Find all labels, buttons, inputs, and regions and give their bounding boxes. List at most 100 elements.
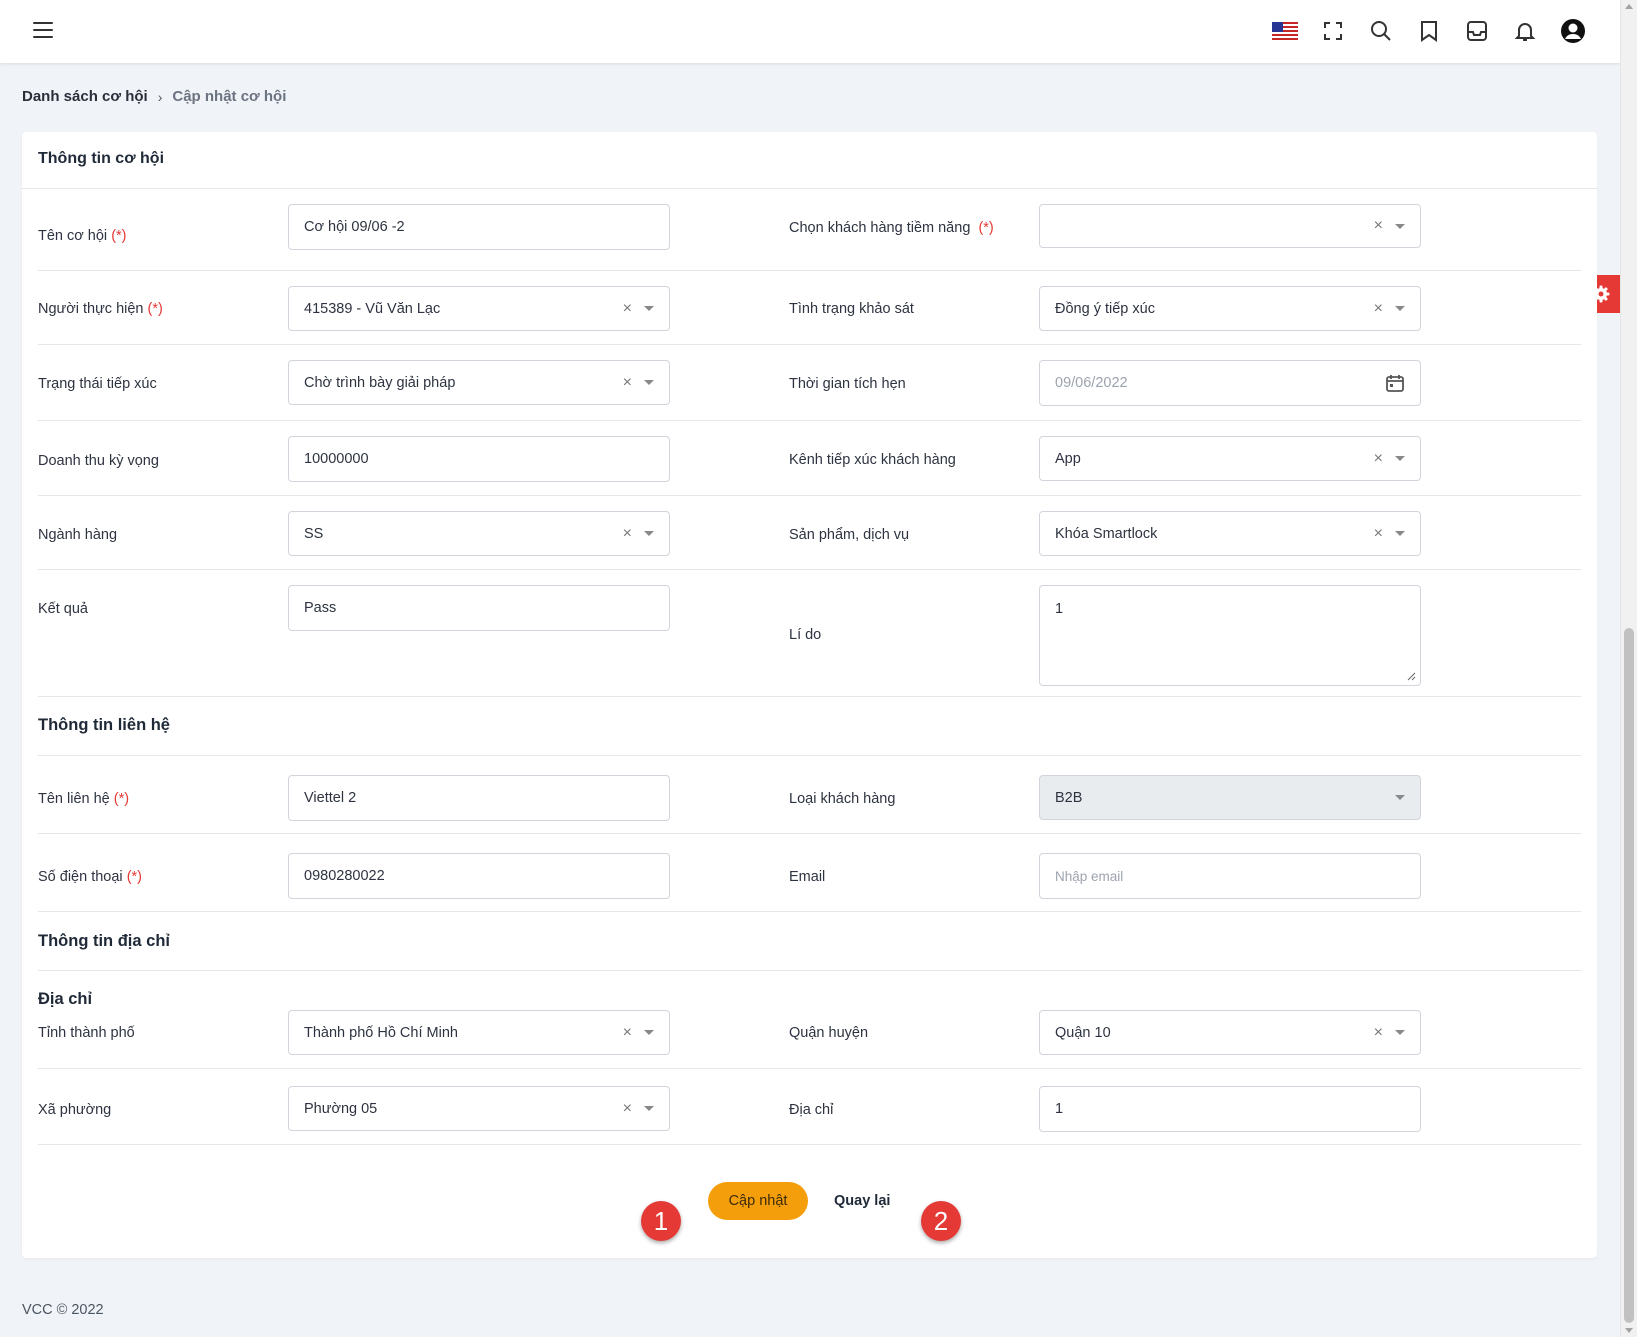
chevron-down-icon[interactable] bbox=[644, 380, 654, 385]
label-trang-thai-tiep-xuc: Trạng thái tiếp xúc bbox=[38, 376, 157, 392]
section-divider bbox=[38, 697, 1581, 756]
resize-handle-icon[interactable] bbox=[1406, 671, 1416, 681]
label-kenh-tiep-xuc: Kênh tiếp xúc khách hàng bbox=[789, 452, 956, 468]
breadcrumb: Danh sách cơ hội › Cập nhật cơ hội bbox=[22, 88, 286, 105]
label-so-dien-thoai: Số điện thoại (*) bbox=[38, 869, 142, 885]
district-select[interactable]: Quận 10 × bbox=[1039, 1010, 1421, 1055]
clear-icon[interactable]: × bbox=[623, 1100, 632, 1118]
customer-type-select[interactable]: B2B bbox=[1039, 775, 1421, 820]
back-button[interactable]: Quay lại bbox=[834, 1182, 890, 1220]
user-account-icon[interactable] bbox=[1559, 16, 1587, 46]
label-nganh-hang: Ngành hàng bbox=[38, 527, 118, 543]
clear-icon[interactable]: × bbox=[1374, 450, 1383, 468]
scroll-thumb[interactable] bbox=[1624, 628, 1634, 1323]
contact-name-input[interactable]: Viettel 2 bbox=[288, 775, 670, 821]
ward-select[interactable]: Phường 05 × bbox=[288, 1086, 670, 1131]
bell-icon[interactable] bbox=[1511, 16, 1539, 46]
chevron-down-icon[interactable] bbox=[1395, 306, 1405, 311]
chevron-down-icon[interactable] bbox=[644, 531, 654, 536]
breadcrumb-current: Cập nhật cơ hội bbox=[172, 88, 287, 105]
label-tinh-thanh-pho: Tỉnh thành phố bbox=[38, 1025, 135, 1041]
form-row: Tên liên hệ (*) Viettel 2 Loại khách hàn… bbox=[38, 756, 1581, 834]
address-input[interactable]: 1 bbox=[1039, 1086, 1421, 1132]
clear-icon[interactable]: × bbox=[1374, 525, 1383, 543]
phone-input[interactable]: 0980280022 bbox=[288, 853, 670, 899]
chevron-down-icon[interactable] bbox=[1395, 1030, 1405, 1035]
province-select[interactable]: Thành phố Hồ Chí Minh × bbox=[288, 1010, 670, 1055]
chevron-down-icon[interactable] bbox=[644, 1106, 654, 1111]
section-divider bbox=[38, 912, 1581, 971]
scroll-down-icon[interactable] bbox=[1625, 1328, 1633, 1333]
form-row: Xã phường Phường 05 × Địa chỉ 1 bbox=[38, 1069, 1581, 1145]
top-navbar bbox=[0, 0, 1620, 63]
chevron-down-icon[interactable] bbox=[1395, 456, 1405, 461]
clear-icon[interactable]: × bbox=[1374, 1024, 1383, 1042]
label-quan-huyen: Quận huyện bbox=[789, 1025, 869, 1041]
bookmark-icon[interactable] bbox=[1415, 16, 1443, 46]
opportunity-form-card: Thông tin cơ hội Tên cơ hội (*) Cơ hội 0… bbox=[22, 132, 1597, 1258]
clear-icon[interactable]: × bbox=[1374, 300, 1383, 318]
product-service-select[interactable]: Khóa Smartlock × bbox=[1039, 511, 1421, 556]
form-row: Trạng thái tiếp xúc Chờ trình bày giải p… bbox=[38, 345, 1581, 421]
result-input[interactable]: Pass bbox=[288, 585, 670, 631]
label-dia-chi: Địa chỉ bbox=[789, 1102, 834, 1118]
form-row: Ngành hàng SS × Sản phẩm, dịch vụ Khóa Sm… bbox=[38, 496, 1581, 570]
form-row: Doanh thu kỳ vọng 10000000 Kênh tiếp xúc… bbox=[38, 421, 1581, 496]
form-row: Tên cơ hội (*) Cơ hội 09/06 -2 Chọn khác… bbox=[38, 190, 1581, 271]
label-doanh-thu-ky-vong: Doanh thu kỳ vọng bbox=[38, 453, 159, 469]
clear-icon[interactable]: × bbox=[623, 300, 632, 318]
label-email: Email bbox=[789, 869, 826, 885]
label-ket-qua: Kết quả bbox=[38, 601, 88, 617]
form-row: Kết quả Pass Lí do 1 bbox=[38, 570, 1581, 697]
chevron-down-icon[interactable] bbox=[1395, 531, 1405, 536]
industry-select[interactable]: SS × bbox=[288, 511, 670, 556]
footer-copyright: VCC © 2022 bbox=[22, 1302, 104, 1318]
label-ten-lien-he: Tên liên hệ (*) bbox=[38, 791, 130, 807]
search-icon[interactable] bbox=[1367, 16, 1395, 46]
menu-hamburger-icon[interactable] bbox=[33, 22, 53, 40]
label-li-do: Lí do bbox=[789, 627, 822, 643]
potential-customer-select[interactable]: × bbox=[1039, 204, 1421, 248]
label-khach-hang-tiem-nang: Chọn khách hàng tiềm năng (*) bbox=[789, 220, 994, 236]
page-scrollbar[interactable] bbox=[1620, 0, 1637, 1337]
annotation-marker-2: 2 bbox=[921, 1201, 961, 1241]
chevron-down-icon[interactable] bbox=[1395, 223, 1405, 229]
breadcrumb-opportunity-list[interactable]: Danh sách cơ hội bbox=[22, 88, 148, 105]
us-flag-icon[interactable] bbox=[1271, 16, 1299, 46]
label-loai-khach-hang: Loại khách hàng bbox=[789, 791, 896, 807]
breadcrumb-separator: › bbox=[157, 88, 163, 105]
chevron-down-icon[interactable] bbox=[1395, 795, 1405, 800]
chevron-down-icon[interactable] bbox=[644, 1030, 654, 1035]
label-thoi-gian-tich-hen: Thời gian tích hẹn bbox=[789, 376, 906, 392]
reason-textarea[interactable]: 1 bbox=[1039, 585, 1421, 686]
contact-channel-select[interactable]: App × bbox=[1039, 436, 1421, 481]
clear-icon[interactable]: × bbox=[623, 374, 632, 392]
inbox-icon[interactable] bbox=[1463, 16, 1491, 46]
clear-icon[interactable]: × bbox=[1374, 217, 1383, 235]
annotation-marker-1: 1 bbox=[641, 1201, 681, 1241]
fullscreen-icon[interactable] bbox=[1319, 16, 1347, 46]
contact-status-select[interactable]: Chờ trình bày giải pháp × bbox=[288, 360, 670, 405]
card-title: Thông tin cơ hội bbox=[22, 132, 1597, 189]
scroll-up-icon[interactable] bbox=[1625, 4, 1633, 9]
chevron-down-icon[interactable] bbox=[644, 306, 654, 311]
opportunity-name-input[interactable]: Cơ hội 09/06 -2 bbox=[288, 204, 670, 250]
form-row: Người thực hiện (*) 415389 - Vũ Văn Lạc ×… bbox=[38, 271, 1581, 345]
appointment-date-input[interactable]: 09/06/2022 bbox=[1039, 360, 1421, 406]
clear-icon[interactable]: × bbox=[623, 525, 632, 543]
label-xa-phuong: Xã phường bbox=[38, 1102, 112, 1118]
label-nguoi-thuc-hien: Người thực hiện (*) bbox=[38, 301, 163, 317]
calendar-icon[interactable] bbox=[1385, 373, 1405, 393]
survey-status-select[interactable]: Đồng ý tiếp xúc × bbox=[1039, 286, 1421, 331]
form-row: Số điện thoại (*) 0980280022 Email Nhập … bbox=[38, 834, 1581, 912]
top-icon-group bbox=[1271, 16, 1587, 46]
label-ten-co-hoi: Tên cơ hội (*) bbox=[38, 228, 127, 244]
expected-revenue-input[interactable]: 10000000 bbox=[288, 436, 670, 482]
assignee-select[interactable]: 415389 - Vũ Văn Lạc × bbox=[288, 286, 670, 331]
form-row: Tỉnh thành phố Thành phố Hồ Chí Minh × Qu… bbox=[38, 971, 1581, 1069]
update-button[interactable]: Cập nhật bbox=[708, 1182, 808, 1220]
clear-icon[interactable]: × bbox=[623, 1024, 632, 1042]
label-tinh-trang-khao-sat: Tình trạng khảo sát bbox=[789, 301, 914, 317]
label-san-pham-dich-vu: Sản phẩm, dịch vụ bbox=[789, 527, 910, 543]
email-input[interactable]: Nhập email bbox=[1039, 853, 1421, 899]
